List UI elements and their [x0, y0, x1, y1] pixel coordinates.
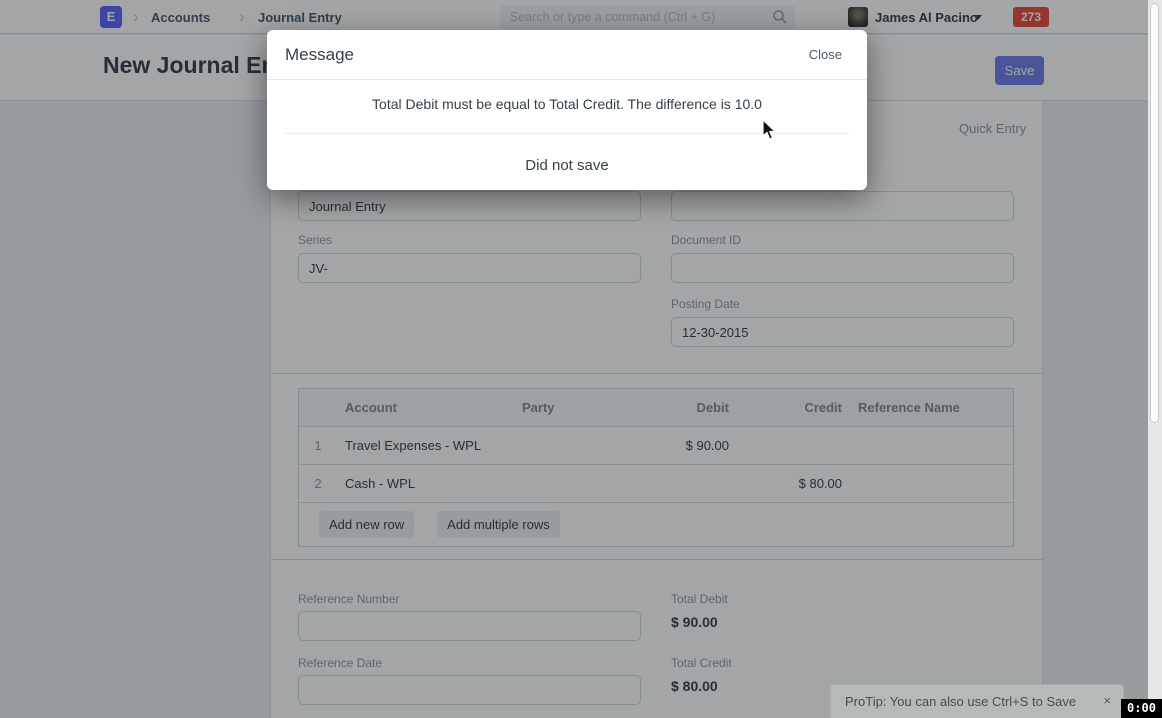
- dialog-message: Total Debit must be equal to Total Credi…: [267, 96, 867, 112]
- dialog-status-text: Did not save: [267, 157, 867, 174]
- dialog-close-button[interactable]: Close: [809, 47, 842, 62]
- toast-text: ProTip: You can also use Ctrl+S to Save: [845, 694, 1076, 709]
- mouse-cursor: [762, 119, 778, 141]
- scrollbar-thumb[interactable]: [1150, 3, 1159, 423]
- scrollbar-track[interactable]: [1148, 0, 1162, 718]
- video-timer-overlay: 0:00: [1121, 699, 1162, 718]
- protip-toast: ProTip: You can also use Ctrl+S to Save …: [830, 684, 1124, 718]
- dialog-title: Message: [285, 45, 354, 65]
- dialog-header: Message Close: [267, 30, 867, 80]
- app-screen: E › Accounts › Journal Entry James Al Pa…: [0, 0, 1162, 718]
- message-dialog: Message Close Total Debit must be equal …: [267, 30, 867, 190]
- close-icon[interactable]: ×: [1103, 693, 1111, 708]
